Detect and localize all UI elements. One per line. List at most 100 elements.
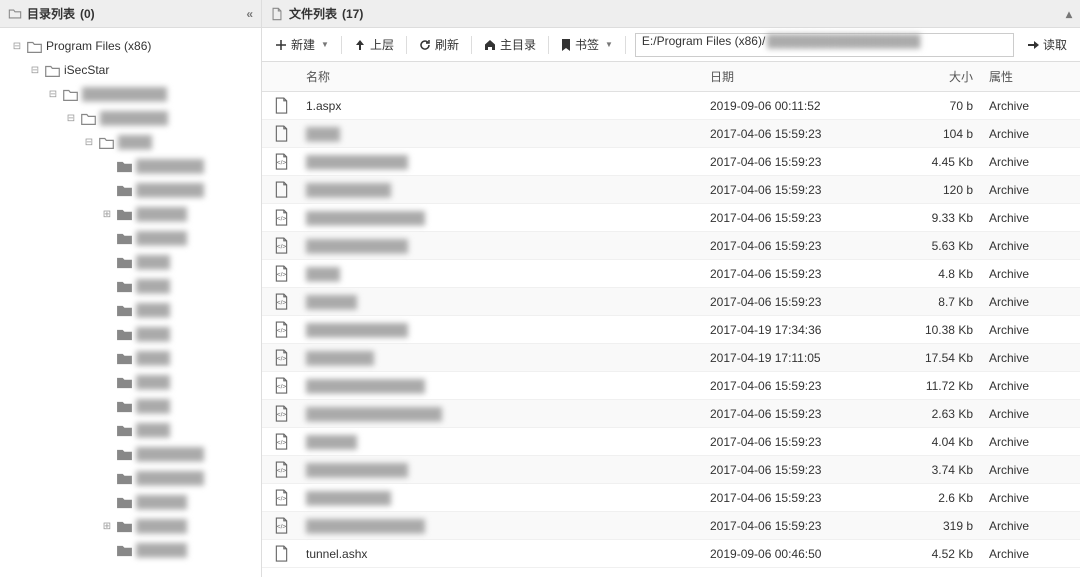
file-row[interactable]: 1.aspx2019-09-06 00:11:5270 bArchive	[262, 92, 1080, 120]
collapse-icon[interactable]: ⊟	[64, 111, 78, 125]
file-row[interactable]: </>██████████████2017-04-06 15:59:2311.7…	[262, 372, 1080, 400]
home-button[interactable]: 主目录	[477, 32, 543, 57]
tree-item[interactable]: ████████	[6, 442, 261, 466]
tree-item[interactable]: ████████	[6, 466, 261, 490]
collapse-right-icon[interactable]: ▴	[1066, 7, 1072, 21]
expand-icon[interactable]: ⊞	[100, 519, 114, 533]
file-table-header: 名称 日期 大小 属性	[262, 62, 1080, 92]
tree-item[interactable]: ████	[6, 298, 261, 322]
file-date: 2017-04-06 15:59:23	[710, 155, 880, 169]
file-row[interactable]: </>██████████████2017-04-06 15:59:23319 …	[262, 512, 1080, 540]
code-file-icon: </>	[262, 293, 300, 310]
folder-icon	[27, 40, 42, 53]
file-row[interactable]: </>██████████2017-04-06 15:59:232.6 KbAr…	[262, 484, 1080, 512]
file-attr: Archive	[985, 323, 1080, 337]
collapse-icon[interactable]: ⊟	[46, 87, 60, 101]
collapse-left-icon[interactable]: «	[246, 7, 253, 21]
file-panel: 文件列表 (17) ▴ 新建 ▼ 上层 刷新	[262, 0, 1080, 577]
col-size-header[interactable]: 大小	[880, 68, 985, 85]
tree-item[interactable]: ████████	[6, 178, 261, 202]
file-row[interactable]: </>██████2017-04-06 15:59:238.7 KbArchiv…	[262, 288, 1080, 316]
collapse-icon[interactable]: ⊟	[10, 39, 24, 53]
file-row[interactable]: </>████████2017-04-19 17:11:0517.54 KbAr…	[262, 344, 1080, 372]
tree-item-label: ████	[136, 375, 170, 389]
tree-item[interactable]: ████	[6, 346, 261, 370]
tree-item-label: ██████	[136, 495, 187, 509]
file-size: 9.33 Kb	[880, 211, 985, 225]
file-row[interactable]: ████2017-04-06 15:59:23104 bArchive	[262, 120, 1080, 148]
file-row[interactable]: tunnel.ashx2019-09-06 00:46:504.52 KbArc…	[262, 540, 1080, 568]
file-size: 17.54 Kb	[880, 351, 985, 365]
path-input[interactable]: E:/Program Files (x86)/█████████████████…	[635, 33, 1014, 57]
col-attr-header[interactable]: 属性	[985, 68, 1080, 85]
folder-icon	[117, 208, 132, 221]
tree-item[interactable]: ████	[6, 250, 261, 274]
refresh-button[interactable]: 刷新	[412, 32, 466, 57]
file-attr: Archive	[985, 519, 1080, 533]
tree-item[interactable]: ⊟Program Files (x86)	[6, 34, 261, 58]
file-icon	[262, 545, 300, 562]
file-row[interactable]: </>████████████2017-04-06 15:59:233.74 K…	[262, 456, 1080, 484]
file-panel-title: 文件列表	[289, 5, 337, 22]
arrow-right-icon	[1027, 39, 1039, 51]
bookmark-button[interactable]: 书签 ▼	[554, 32, 620, 57]
file-date: 2017-04-19 17:11:05	[710, 351, 880, 365]
toolbar-separator	[548, 36, 549, 54]
tree-item[interactable]: ████	[6, 322, 261, 346]
folder-icon	[117, 376, 132, 389]
file-size: 104 b	[880, 127, 985, 141]
svg-text:</>: </>	[276, 159, 286, 166]
tree-item[interactable]: ⊞██████	[6, 202, 261, 226]
tree-item[interactable]: ⊞ ██████	[6, 514, 261, 538]
new-button[interactable]: 新建 ▼	[268, 32, 336, 57]
folder-icon	[117, 232, 132, 245]
file-row[interactable]: </>████████████2017-04-06 15:59:235.63 K…	[262, 232, 1080, 260]
file-size: 11.72 Kb	[880, 379, 985, 393]
file-attr: Archive	[985, 211, 1080, 225]
tree-item-label: ██████	[136, 519, 187, 533]
file-size: 8.7 Kb	[880, 295, 985, 309]
file-size: 5.63 Kb	[880, 239, 985, 253]
file-row[interactable]: </>████████████████2017-04-06 15:59:232.…	[262, 400, 1080, 428]
tree-item[interactable]: ████████	[6, 154, 261, 178]
file-row[interactable]: </>████████████2017-04-19 17:34:3610.38 …	[262, 316, 1080, 344]
tree-item[interactable]: ████	[6, 370, 261, 394]
col-date-header[interactable]: 日期	[710, 68, 880, 85]
file-date: 2017-04-06 15:59:23	[710, 407, 880, 421]
bookmark-icon	[561, 39, 571, 51]
tree-item[interactable]: ████	[6, 394, 261, 418]
file-name: ████	[300, 267, 710, 281]
collapse-icon[interactable]: ⊟	[82, 135, 96, 149]
file-row[interactable]: ██████████2017-04-06 15:59:23120 bArchiv…	[262, 176, 1080, 204]
toolbar-separator	[625, 36, 626, 54]
tree-item-label: ██████	[136, 231, 187, 245]
up-button[interactable]: 上层	[347, 32, 401, 57]
file-row[interactable]: </>████████████2017-04-06 15:59:234.45 K…	[262, 148, 1080, 176]
folder-icon	[45, 64, 60, 77]
tree-item[interactable]: ⊟████████	[6, 106, 261, 130]
file-size: 2.6 Kb	[880, 491, 985, 505]
app-root: 目录列表 (0) « ⊟Program Files (x86)⊟iSecStar…	[0, 0, 1080, 577]
directory-panel-title: 目录列表	[27, 5, 75, 22]
file-row[interactable]: </>██████████████2017-04-06 15:59:239.33…	[262, 204, 1080, 232]
code-file-icon: </>	[262, 461, 300, 478]
tree-item[interactable]: ⊟████	[6, 130, 261, 154]
collapse-icon[interactable]: ⊟	[28, 63, 42, 77]
tree-item[interactable]: ⊟ ██████████	[6, 82, 261, 106]
tree-item[interactable]: ██████	[6, 226, 261, 250]
tree-item-label: iSecStar	[64, 63, 109, 77]
svg-text:</>: </>	[276, 523, 286, 530]
read-button[interactable]: 读取	[1020, 32, 1074, 57]
file-row[interactable]: </>████2017-04-06 15:59:234.8 KbArchive	[262, 260, 1080, 288]
expand-icon[interactable]: ⊞	[100, 207, 114, 221]
code-file-icon: </>	[262, 153, 300, 170]
tree-item[interactable]: ████	[6, 274, 261, 298]
file-row[interactable]: </>██████2017-04-06 15:59:234.04 KbArchi…	[262, 428, 1080, 456]
tree-item-label: ██████████	[82, 87, 167, 101]
tree-item[interactable]: ████	[6, 418, 261, 442]
file-attr: Archive	[985, 155, 1080, 169]
col-name-header[interactable]: 名称	[300, 68, 710, 85]
tree-item[interactable]: ██████	[6, 538, 261, 562]
tree-item[interactable]: ⊟ iSecStar	[6, 58, 261, 82]
tree-item[interactable]: ██████	[6, 490, 261, 514]
